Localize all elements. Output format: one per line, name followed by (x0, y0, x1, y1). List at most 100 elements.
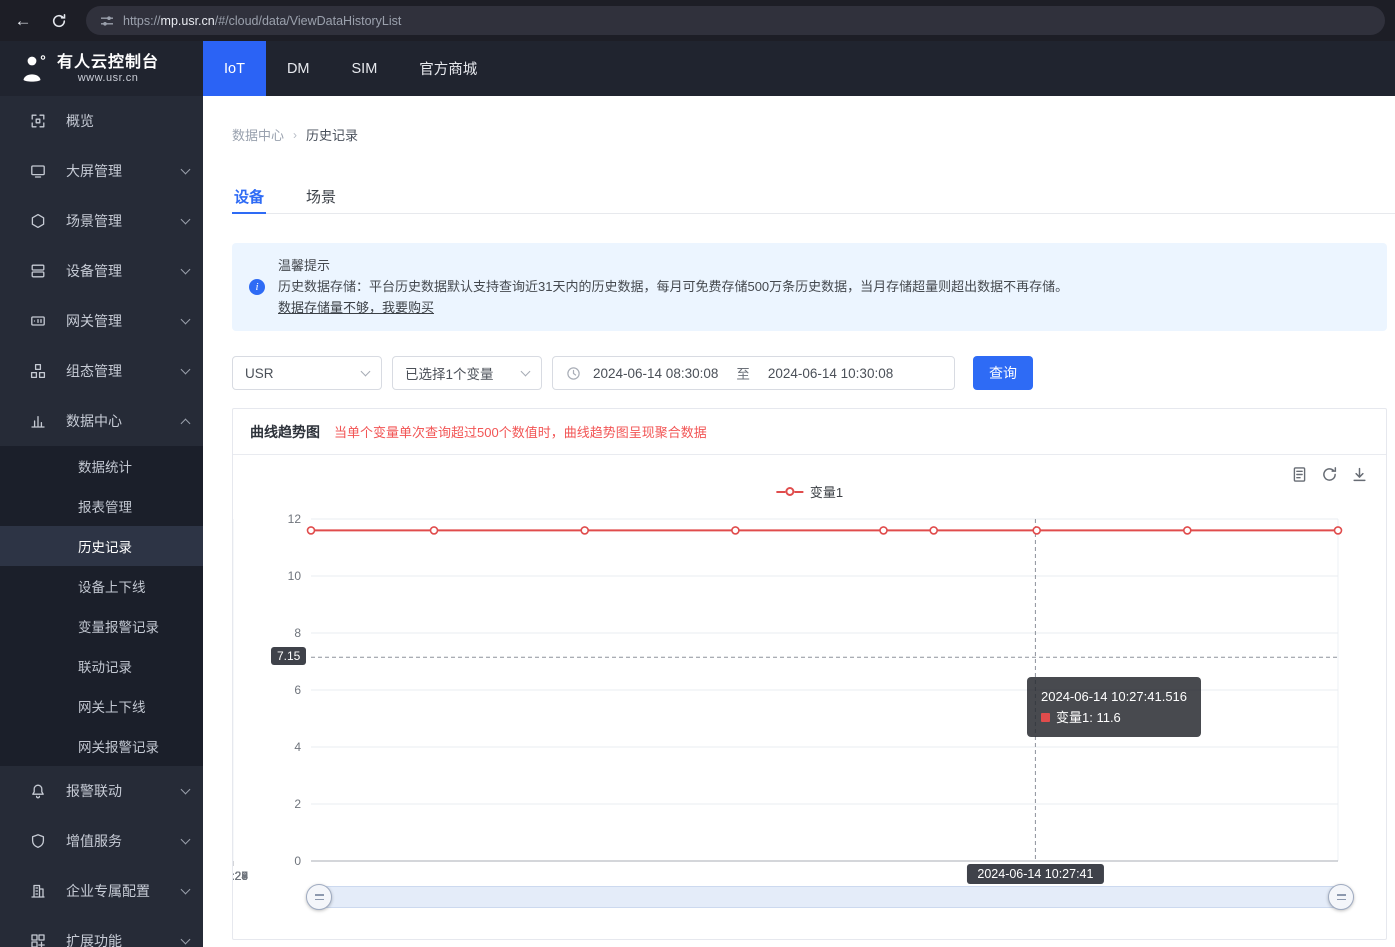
value-added-icon (30, 833, 46, 849)
device-icon (30, 263, 46, 279)
line-chart[interactable]: 02468101210:2310:2410:2510:2610:2710:281… (233, 455, 1386, 939)
sidebar-item-label: 概览 (66, 111, 94, 131)
data-zoom-slider[interactable] (309, 886, 1351, 908)
alarm-icon (30, 783, 46, 799)
end-date[interactable]: 2024-06-14 10:30:08 (768, 366, 893, 381)
filter-bar: USR 已选择1个变量 2024-06-14 08:30:08 至 2024-0… (232, 356, 1033, 390)
logo[interactable]: 有人云控制台 www.usr.cn (0, 41, 203, 96)
chevron-down-icon (181, 885, 191, 895)
svg-text:12: 12 (288, 512, 302, 526)
query-button[interactable]: 查询 (973, 356, 1033, 390)
breadcrumb-separator: › (293, 128, 297, 142)
nav-tabs: IoTDMSIM官方商城 (203, 41, 498, 96)
enterprise-icon (30, 883, 46, 899)
sidebar-item-label: 企业专属配置 (66, 881, 150, 901)
view-tab[interactable]: 场景 (304, 180, 338, 213)
back-icon[interactable]: ← (10, 8, 36, 34)
variable-select-value: 已选择1个变量 (405, 363, 494, 383)
nav-tab[interactable]: 官方商城 (398, 41, 498, 96)
chevron-down-icon (181, 165, 191, 175)
usr-logo-icon (18, 53, 48, 85)
sidebar-subitem[interactable]: 数据统计 (0, 446, 203, 486)
svg-text:2: 2 (294, 797, 301, 811)
chevron-down-icon (181, 935, 191, 945)
legend-marker-line (794, 491, 803, 493)
device-select[interactable]: USR (232, 356, 382, 390)
legend-label: 变量1 (810, 482, 843, 501)
top-navbar: 有人云控制台 www.usr.cn IoTDMSIM官方商城 (0, 41, 1395, 96)
sidebar-item[interactable]: 概览 (0, 96, 203, 146)
address-bar[interactable]: https://mp.usr.cn/#/cloud/data/ViewDataH… (86, 6, 1385, 35)
date-range-picker[interactable]: 2024-06-14 08:30:08 至 2024-06-14 10:30:0… (552, 356, 955, 390)
nav-tab[interactable]: DM (266, 41, 331, 96)
purchase-link[interactable]: 数据存储量不够，我要购买 (278, 300, 434, 315)
sidebar-subitem[interactable]: 网关报警记录 (0, 726, 203, 766)
clock-icon (566, 366, 581, 381)
browser-toolbar: ← https://mp.usr.cn/#/cloud/data/ViewDat… (0, 0, 1395, 41)
sidebar-subitem[interactable]: 网关上下线 (0, 686, 203, 726)
scada-icon (30, 363, 46, 379)
sidebar-item-label: 网关管理 (66, 311, 122, 331)
sidebar-item[interactable]: 组态管理 (0, 346, 203, 396)
svg-text:4: 4 (294, 740, 301, 754)
sidebar-item[interactable]: 企业专属配置 (0, 866, 203, 916)
download-icon[interactable] (1351, 466, 1368, 483)
sidebar-item[interactable]: 数据中心 (0, 396, 203, 446)
sidebar-item-label: 大屏管理 (66, 161, 122, 181)
x-axis-pointer-label: 2024-06-14 10:27:41 (967, 864, 1103, 884)
sidebar-item[interactable]: 增值服务 (0, 816, 203, 866)
sidebar-item[interactable]: 网关管理 (0, 296, 203, 346)
legend[interactable]: 变量1 (776, 482, 843, 501)
logo-title: 有人云控制台 (57, 53, 159, 72)
sidebar-subitem[interactable]: 报表管理 (0, 486, 203, 526)
sidebar-subitem[interactable]: 联动记录 (0, 646, 203, 686)
url-text: https://mp.usr.cn/#/cloud/data/ViewDataH… (123, 14, 401, 28)
device-select-value: USR (245, 366, 274, 381)
sidebar-item-label: 报警联动 (66, 781, 122, 801)
zoom-handle-right[interactable] (1328, 884, 1354, 910)
sidebar-item-label: 场景管理 (66, 211, 122, 231)
sidebar-item[interactable]: 设备管理 (0, 246, 203, 296)
chart-area[interactable]: 02468101210:2310:2410:2510:2610:2710:281… (233, 455, 1386, 939)
nav-tab[interactable]: SIM (331, 41, 399, 96)
chart-card-header: 曲线趋势图 当单个变量单次查询超过500个数值时，曲线趋势图呈现聚合数据 (233, 409, 1386, 455)
chart-toolbox (1291, 466, 1368, 483)
sidebar-item[interactable]: 大屏管理 (0, 146, 203, 196)
zoom-handle-left[interactable] (306, 884, 332, 910)
sidebar: 概览大屏管理场景管理设备管理网关管理组态管理数据中心数据统计报表管理历史记录设备… (0, 96, 203, 947)
breadcrumb-current: 历史记录 (306, 125, 358, 144)
view-tab[interactable]: 设备 (232, 180, 266, 213)
site-settings-icon[interactable] (100, 14, 114, 28)
legend-marker (785, 487, 794, 496)
sidebar-subitem[interactable]: 历史记录 (0, 526, 203, 566)
data-center-icon (30, 413, 46, 429)
sidebar-item[interactable]: 场景管理 (0, 196, 203, 246)
svg-text:10: 10 (288, 569, 302, 583)
chevron-down-icon (181, 835, 191, 845)
chevron-down-icon (181, 265, 191, 275)
info-icon: i (249, 279, 265, 295)
nav-tab[interactable]: IoT (203, 41, 266, 96)
sidebar-subitem[interactable]: 设备上下线 (0, 566, 203, 606)
restore-icon[interactable] (1321, 466, 1338, 483)
breadcrumb-item[interactable]: 数据中心 (232, 125, 284, 144)
sidebar-item-label: 扩展功能 (66, 931, 122, 947)
overview-icon (30, 113, 46, 129)
chevron-down-icon (181, 785, 191, 795)
chevron-down-icon (181, 315, 191, 325)
chevron-down-icon (181, 215, 191, 225)
variable-select[interactable]: 已选择1个变量 (392, 356, 542, 390)
sidebar-item-label: 组态管理 (66, 361, 122, 381)
reload-icon[interactable] (46, 8, 72, 34)
sidebar-item[interactable]: 报警联动 (0, 766, 203, 816)
alert-title: 温馨提示 (278, 255, 1371, 276)
y-axis-pointer-label: 7.15 (271, 647, 306, 665)
start-date[interactable]: 2024-06-14 08:30:08 (593, 366, 718, 381)
sidebar-subitem[interactable]: 变量报警记录 (0, 606, 203, 646)
view-tabs: 设备 场景 (232, 180, 1395, 214)
sidebar-item-label: 增值服务 (66, 831, 122, 851)
date-separator: 至 (736, 363, 750, 383)
sidebar-item[interactable]: 扩展功能 (0, 916, 203, 947)
main-content: 数据中心 › 历史记录 设备场景 i 温馨提示 历史数据存储：平台历史数据默认支… (203, 96, 1395, 947)
data-view-icon[interactable] (1291, 466, 1308, 483)
